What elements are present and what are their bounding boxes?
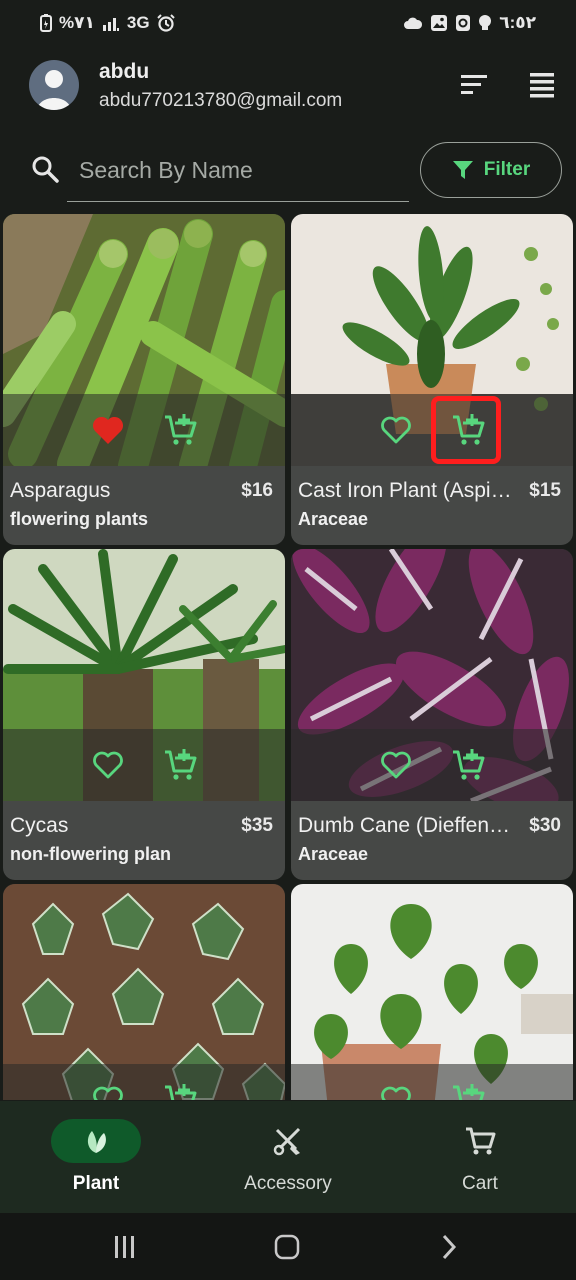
sort-icon[interactable] [458, 72, 490, 98]
product-price: $15 [529, 480, 561, 501]
nav-item-accessory[interactable]: Accessory [192, 1117, 384, 1207]
product-card[interactable]: Cycas $35 non-flowering plan [3, 549, 285, 880]
filter-button[interactable]: Filter [420, 142, 562, 198]
product-card[interactable] [3, 884, 285, 1100]
user-email: abdu770213780@gmail.com [99, 90, 343, 111]
recents-icon[interactable] [110, 1233, 140, 1261]
heart-outline-icon[interactable] [379, 749, 413, 781]
product-grid: Asparagus $16 flowering plants Cast Iron… [0, 212, 576, 1100]
product-price: $16 [241, 480, 273, 501]
product-card[interactable]: Cast Iron Plant (Aspidistra) $15 Araceae [291, 214, 573, 545]
profile-header: abdu abdu770213780@gmail.com [0, 50, 576, 130]
status-bar: %٧١ 3G ٦:٥٢ [0, 0, 576, 46]
nav-label: Accessory [244, 1173, 332, 1194]
cloud-icon [404, 17, 423, 29]
product-name: Cast Iron Plant (Aspidistra) [298, 479, 514, 502]
person-icon [37, 70, 71, 110]
alarm-icon [156, 14, 175, 32]
add-to-cart-icon[interactable] [163, 412, 199, 448]
funnel-icon [452, 161, 473, 179]
user-name: abdu [99, 60, 150, 83]
product-price: $35 [241, 815, 273, 836]
heart-outline-icon[interactable] [91, 1084, 125, 1100]
product-price: $30 [529, 815, 561, 836]
battery-saver-icon [40, 14, 52, 32]
heart-filled-icon[interactable] [91, 414, 125, 446]
card-action-overlay [291, 729, 573, 801]
nav-item-cart[interactable]: Cart [384, 1117, 576, 1207]
home-icon[interactable] [272, 1233, 302, 1261]
bottom-navigation: Plant Accessory Cart [0, 1101, 576, 1213]
list-view-icon[interactable] [526, 70, 558, 100]
plant-icon [87, 1131, 106, 1153]
back-icon[interactable] [434, 1233, 464, 1261]
highlight-annotation [431, 396, 501, 464]
card-action-overlay [291, 1064, 573, 1100]
product-card[interactable] [291, 884, 573, 1100]
product-card[interactable]: Asparagus $16 flowering plants [3, 214, 285, 545]
product-name: Dumb Cane (Dieffenbachia) [298, 814, 514, 837]
tools-icon [273, 1127, 301, 1156]
battery-percent: %٧١ [59, 13, 95, 32]
clock: ٦:٥٢ [499, 13, 536, 32]
heart-outline-icon[interactable] [379, 414, 413, 446]
add-to-cart-icon[interactable] [163, 747, 199, 783]
app-notification-icon [456, 15, 471, 31]
signal-icon [102, 18, 119, 31]
heart-outline-icon[interactable] [91, 749, 125, 781]
nav-label: Cart [462, 1173, 498, 1194]
status-left: %٧١ 3G [40, 13, 175, 33]
status-right: ٦:٥٢ [403, 13, 536, 33]
cart-icon [466, 1127, 496, 1155]
product-family: non-flowering plan [10, 844, 171, 864]
card-action-overlay [3, 1064, 285, 1100]
product-name: Asparagus [10, 479, 111, 502]
nav-item-plant[interactable]: Plant [0, 1117, 192, 1207]
add-to-cart-icon[interactable] [451, 747, 487, 783]
product-family: Araceae [298, 509, 369, 529]
network-type: 3G [126, 13, 150, 32]
gallery-icon [431, 15, 448, 31]
system-navigation-bar [0, 1213, 576, 1280]
heart-outline-icon[interactable] [379, 1084, 413, 1100]
card-action-overlay [3, 394, 285, 466]
search-icon [32, 156, 59, 183]
add-to-cart-icon[interactable] [451, 1082, 487, 1100]
add-to-cart-icon[interactable] [163, 1082, 199, 1100]
avatar[interactable] [29, 60, 79, 110]
product-family: flowering plants [10, 509, 149, 529]
product-family: Araceae [298, 844, 369, 864]
nav-label: Plant [72, 1173, 120, 1194]
lightbulb-icon [479, 15, 492, 30]
search-bar: Filter [0, 140, 576, 204]
search-input[interactable] [67, 140, 409, 202]
product-card[interactable]: Dumb Cane (Dieffenbachia) $30 Araceae [291, 549, 573, 880]
product-name: Cycas [10, 814, 69, 837]
card-action-overlay [3, 729, 285, 801]
filter-label: Filter [483, 159, 531, 180]
